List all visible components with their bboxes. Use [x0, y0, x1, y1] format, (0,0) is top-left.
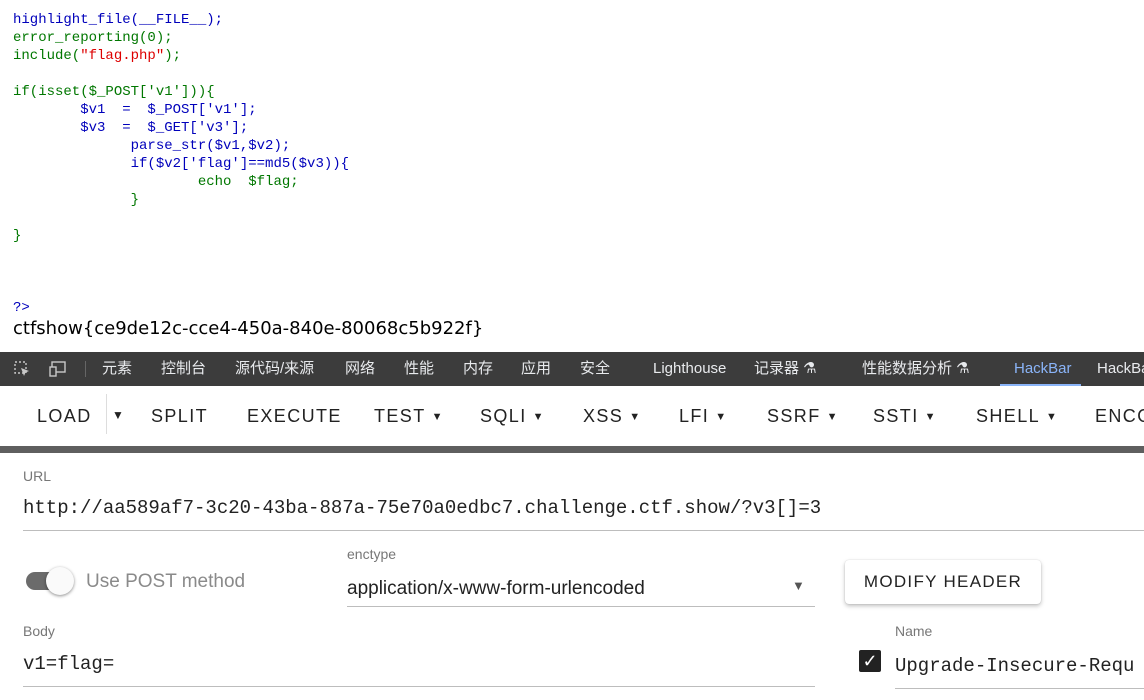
code-line: parse_str($v1,$v2); [13, 138, 291, 154]
encoding-menu-button[interactable]: ENCO [1095, 406, 1144, 427]
header-enabled-checkbox[interactable]: ✓ [859, 650, 881, 672]
code-line: echo $flag; [13, 174, 299, 190]
chevron-down-icon: ▼ [826, 411, 839, 423]
chevron-down-icon: ▼ [532, 411, 545, 423]
post-method-label: Use POST method [86, 571, 246, 592]
tab-console[interactable]: 控制台 [161, 352, 206, 386]
code-line: $v1 = $_POST['v1']; [13, 102, 257, 118]
lfi-menu-button[interactable]: LFI ▼ [679, 406, 728, 427]
modify-header-button[interactable]: MODIFY HEADER [845, 560, 1041, 604]
chevron-down-icon: ▼ [924, 411, 937, 423]
tab-recorder[interactable]: 记录器 ⚗ [754, 352, 817, 386]
tab-performance-insights[interactable]: 性能数据分析 ⚗ [862, 352, 970, 386]
devtools-tab-bar: 元素 控制台 源代码/来源 网络 性能 内存 应用 安全 Lighthouse … [0, 352, 1144, 386]
tab-memory[interactable]: 内存 [463, 352, 493, 386]
url-input[interactable]: http://aa589af7-3c20-43ba-887a-75e70a0ed… [23, 497, 821, 519]
code-line: } [13, 228, 22, 244]
tab-hackbar-2[interactable]: HackBar [1097, 352, 1144, 386]
test-menu-button[interactable]: TEST ▼ [374, 406, 444, 427]
tab-network[interactable]: 网络 [345, 352, 375, 386]
toolbar-divider-bar [0, 446, 1144, 453]
enctype-underline [347, 606, 815, 607]
code-line: include("flag.php"); [13, 47, 181, 65]
code-line: ?> [13, 300, 30, 316]
code-line: error_reporting(0); [13, 30, 173, 46]
tab-divider [85, 361, 86, 377]
tab-hackbar[interactable]: HackBar [1014, 352, 1072, 386]
header-name-underline [895, 688, 1144, 689]
code-line: } [13, 192, 140, 208]
dropdown-arrow-icon[interactable]: ▼ [792, 578, 805, 593]
split-button[interactable]: SPLIT [151, 406, 208, 427]
enctype-label: enctype [347, 546, 397, 562]
lfi-menu-label: LFI [679, 406, 710, 426]
chevron-down-icon: ▼ [629, 411, 642, 423]
shell-menu-button[interactable]: SHELL ▼ [976, 406, 1058, 427]
ssrf-menu-label: SSRF [767, 406, 821, 426]
hackbar-toolbar: LOAD ▼ SPLIT EXECUTE TEST ▼ SQLI ▼ XSS ▼ LF… [0, 386, 1144, 448]
post-method-toggle-knob[interactable] [46, 567, 74, 595]
tab-lighthouse[interactable]: Lighthouse [653, 352, 726, 386]
body-label: Body [23, 623, 55, 639]
sqli-menu-button[interactable]: SQLI ▼ [480, 406, 545, 427]
code-line: highlight_file(__FILE__); [13, 12, 224, 28]
tab-elements[interactable]: 元素 [102, 352, 132, 386]
execute-button[interactable]: EXECUTE [247, 406, 342, 427]
load-menu-caret-icon[interactable]: ▼ [112, 408, 125, 422]
toolbar-divider [106, 394, 107, 434]
body-input[interactable]: v1=flag= [23, 653, 114, 675]
enctype-select[interactable]: application/x-www-form-urlencoded [347, 578, 645, 600]
tab-security[interactable]: 安全 [580, 352, 610, 386]
php-source-view: highlight_file(__FILE__); error_reportin… [0, 0, 1144, 352]
url-input-underline [23, 530, 1144, 531]
code-line: if(isset($_POST['v1'])){ [13, 84, 215, 100]
test-menu-label: TEST [374, 406, 426, 426]
ssti-menu-label: SSTI [873, 406, 919, 426]
tab-sources[interactable]: 源代码/来源 [235, 352, 314, 386]
code-token: ); [164, 48, 182, 64]
flag-output: ctfshow{ce9de12c-cce4-450a-840e-80068c5b… [13, 318, 484, 339]
code-line: if($v2['flag']==md5($v3)){ [13, 156, 350, 172]
xss-menu-label: XSS [583, 406, 624, 426]
chevron-down-icon: ▼ [1046, 411, 1059, 423]
url-label: URL [23, 468, 52, 484]
sqli-menu-label: SQLI [480, 406, 527, 426]
device-toolbar-icon[interactable] [49, 360, 67, 378]
ssti-menu-button[interactable]: SSTI ▼ [873, 406, 937, 427]
shell-menu-label: SHELL [976, 406, 1041, 426]
body-input-underline [23, 686, 815, 687]
header-name-label: Name [895, 623, 933, 639]
code-token: include( [13, 48, 81, 64]
tab-performance[interactable]: 性能 [404, 352, 434, 386]
chevron-down-icon: ▼ [715, 411, 728, 423]
load-button[interactable]: LOAD [37, 406, 92, 427]
xss-menu-button[interactable]: XSS ▼ [583, 406, 642, 427]
code-string: "flag.php" [80, 48, 165, 64]
tab-application[interactable]: 应用 [521, 352, 551, 386]
inspect-element-icon[interactable] [13, 360, 31, 378]
ssrf-menu-button[interactable]: SSRF ▼ [767, 406, 839, 427]
chevron-down-icon: ▼ [431, 411, 444, 423]
code-line: $v3 = $_GET['v3']; [13, 120, 249, 136]
header-name-input[interactable]: Upgrade-Insecure-Requ [895, 655, 1134, 677]
